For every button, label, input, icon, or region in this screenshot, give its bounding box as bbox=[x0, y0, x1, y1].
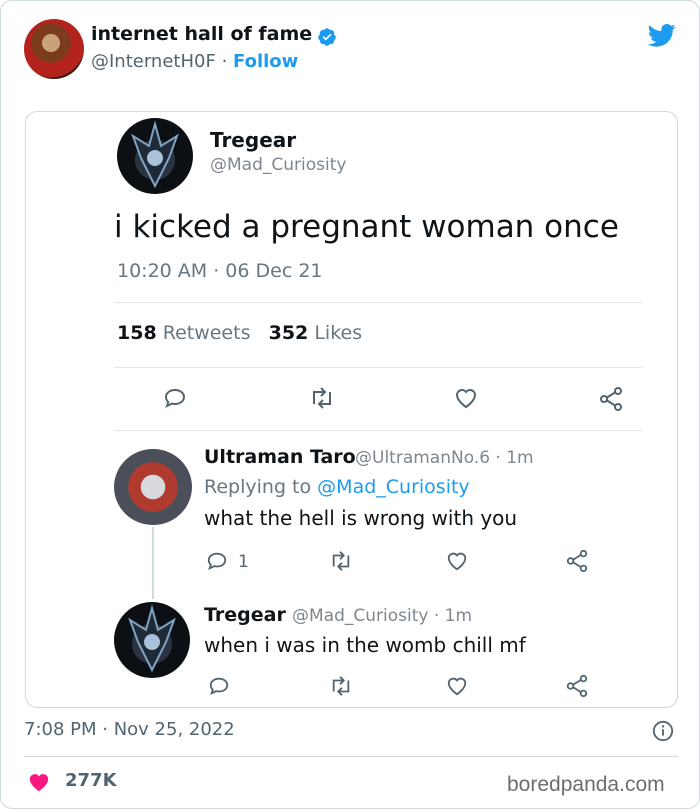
engagement-stats: 158 Retweets 352 Likes bbox=[117, 322, 362, 344]
display-name[interactable]: internet hall of fame bbox=[91, 23, 312, 45]
heart-icon[interactable] bbox=[27, 771, 51, 793]
like-icon[interactable] bbox=[445, 550, 469, 572]
main-tweet-text: i kicked a pregnant woman once bbox=[114, 209, 619, 245]
thread-connector-line bbox=[152, 527, 154, 599]
main-tweet-handle: @Mad_Curiosity bbox=[210, 155, 347, 175]
reply-icon[interactable] bbox=[163, 386, 187, 410]
reply2-text: when i was in the womb chill mf bbox=[204, 633, 526, 657]
like-count[interactable]: 277K bbox=[65, 770, 117, 791]
handle[interactable]: @InternetH0F bbox=[91, 51, 216, 72]
retweets-count: 158 bbox=[117, 322, 157, 344]
reply2-name: Tregear bbox=[204, 604, 286, 626]
retweets-label: Retweets bbox=[162, 322, 251, 344]
reply-count: 1 bbox=[238, 552, 249, 572]
watermark: boredpanda.com bbox=[507, 773, 665, 796]
follow-button[interactable]: Follow bbox=[233, 51, 298, 72]
likes-count: 352 bbox=[268, 322, 309, 344]
tweet-embed: internet hall of fame @InternetH0F · Fol… bbox=[0, 0, 700, 809]
retweet-icon[interactable] bbox=[329, 675, 353, 697]
share-icon[interactable] bbox=[598, 386, 624, 412]
ultraman-taro-avatar bbox=[114, 449, 192, 525]
tweet-timestamp[interactable]: 7:08 PM · Nov 25, 2022 bbox=[24, 719, 235, 740]
tregear-avatar bbox=[117, 118, 193, 194]
main-tweet-time: 10:20 AM · 06 Dec 21 bbox=[117, 260, 323, 282]
tregear-avatar bbox=[114, 602, 190, 678]
divider bbox=[114, 430, 642, 431]
embedded-image[interactable]: Tregear @Mad_Curiosity i kicked a pregna… bbox=[25, 111, 678, 708]
reply-icon[interactable] bbox=[206, 550, 228, 572]
like-icon[interactable] bbox=[445, 675, 469, 697]
reply2-handle: @Mad_Curiosity · 1m bbox=[292, 606, 473, 626]
reply1-handle: @UltramanNo.6 · 1m bbox=[355, 448, 534, 468]
retweet-icon[interactable] bbox=[309, 386, 335, 410]
reply1-name: Ultraman Taro bbox=[204, 446, 356, 468]
reply-icon[interactable] bbox=[208, 675, 230, 697]
avatar[interactable] bbox=[24, 19, 84, 79]
reply1-replying-to: Replying to @Mad_Curiosity bbox=[204, 476, 470, 498]
reply1-text: what the hell is wrong with you bbox=[204, 506, 518, 530]
share-icon[interactable] bbox=[565, 549, 589, 573]
separator: · bbox=[221, 51, 228, 72]
twitter-bird-icon[interactable] bbox=[646, 21, 678, 49]
retweet-icon[interactable] bbox=[329, 550, 353, 572]
divider bbox=[114, 367, 642, 368]
replying-prefix: Replying to bbox=[204, 476, 312, 498]
share-icon[interactable] bbox=[565, 674, 589, 698]
like-icon[interactable] bbox=[453, 386, 479, 410]
replying-handle-link[interactable]: @Mad_Curiosity bbox=[317, 476, 470, 498]
divider bbox=[24, 756, 678, 757]
handle-row: @InternetH0F · Follow bbox=[91, 51, 298, 72]
info-icon[interactable] bbox=[652, 720, 674, 742]
verified-badge-icon bbox=[318, 28, 336, 46]
likes-label: Likes bbox=[314, 322, 363, 344]
main-tweet-name: Tregear bbox=[210, 128, 297, 152]
divider bbox=[114, 302, 642, 303]
